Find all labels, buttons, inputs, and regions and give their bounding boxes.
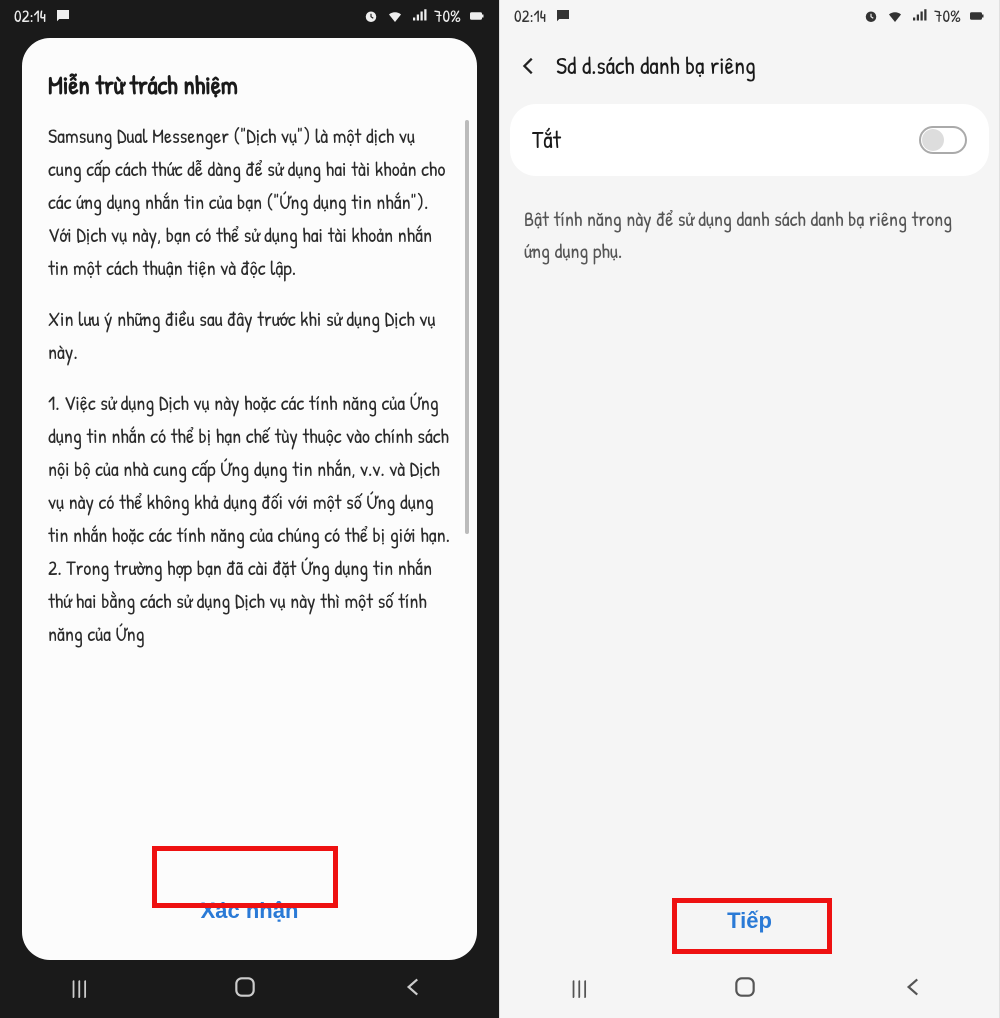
settings-header: Sd d.sách danh bạ riêng [500, 32, 999, 104]
dialog-body-wrap: Samsung Dual Messenger ("Dịch vụ") là mộ… [22, 120, 477, 872]
wifi-icon [386, 7, 404, 25]
chat-icon [554, 7, 572, 25]
settings-screen: Sd d.sách danh bạ riêng Tắt Bật tính năn… [500, 32, 999, 960]
alarm-icon [362, 7, 380, 25]
status-battery-text: 70% [434, 5, 461, 28]
signal-icon [910, 7, 928, 25]
dialog-footer: Xác nhận [22, 872, 477, 948]
next-button[interactable]: Tiếp [677, 890, 822, 952]
toggle-switch[interactable] [919, 126, 967, 154]
battery-icon [467, 7, 485, 25]
nav-bar: ||| [500, 960, 999, 1018]
status-bar: 02:14 70% [0, 0, 499, 32]
signal-icon [410, 7, 428, 25]
battery-icon [967, 7, 985, 25]
disclaimer-dialog: Miễn trừ trách nhiệm Samsung Dual Messen… [22, 38, 477, 960]
dialog-paragraph: 1. Việc sử dụng Dịch vụ này hoặc các tín… [48, 387, 451, 651]
toggle-label: Tắt [532, 124, 561, 156]
phone-right: 02:14 70% Sd d.sách dan [500, 0, 1000, 1018]
toggle-row[interactable]: Tắt [510, 104, 989, 176]
chat-icon [54, 7, 72, 25]
confirm-button[interactable]: Xác nhận [161, 884, 339, 938]
phone-left: 02:14 70% Miễn trừ trách nhiệm Sa [0, 0, 500, 1018]
status-battery-text: 70% [934, 5, 961, 28]
nav-home-button[interactable] [732, 974, 758, 1005]
nav-back-button[interactable] [401, 974, 427, 1005]
nav-back-button[interactable] [901, 974, 927, 1005]
back-button[interactable] [518, 55, 540, 77]
status-bar: 02:14 70% [500, 0, 999, 32]
status-time: 02:14 [14, 5, 46, 28]
nav-home-button[interactable] [232, 974, 258, 1005]
dialog-paragraph: Xin lưu ý những điều sau đây trước khi s… [48, 303, 451, 369]
wifi-icon [886, 7, 904, 25]
settings-description: Bật tính năng này để sử dụng danh sách d… [500, 176, 999, 296]
nav-bar: ||| [0, 960, 499, 1018]
scrollbar[interactable] [465, 120, 469, 534]
nav-recent-button[interactable]: ||| [72, 974, 90, 1004]
dialog-paragraph: Samsung Dual Messenger ("Dịch vụ") là mộ… [48, 120, 451, 285]
dialog-title: Miễn trừ trách nhiệm [22, 68, 477, 120]
alarm-icon [862, 7, 880, 25]
nav-recent-button[interactable]: ||| [572, 974, 590, 1004]
dialog-body[interactable]: Samsung Dual Messenger ("Dịch vụ") là mộ… [22, 120, 477, 872]
settings-title: Sd d.sách danh bạ riêng [556, 50, 756, 82]
status-time: 02:14 [514, 5, 546, 28]
